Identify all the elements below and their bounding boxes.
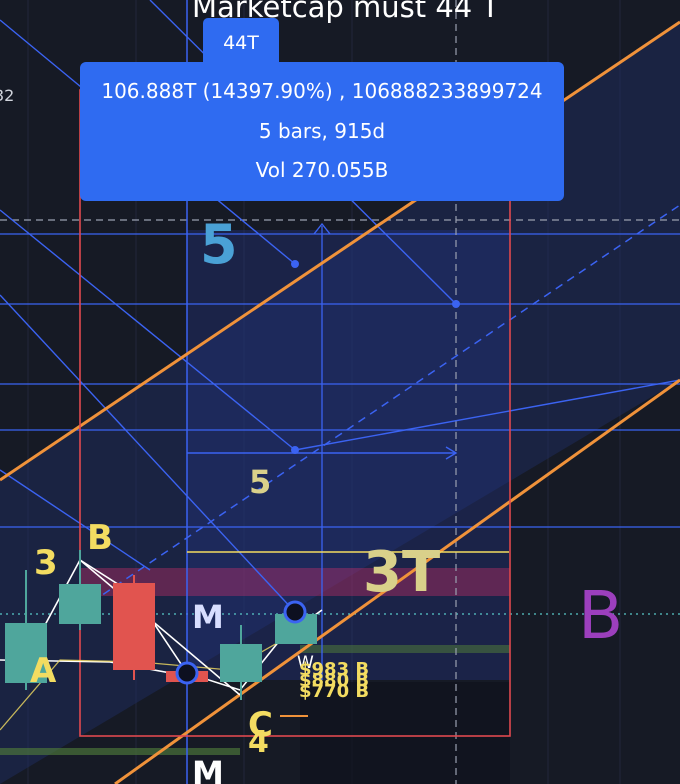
label-wave-5-small: 5 — [249, 463, 271, 501]
tooltip-target-tab: 44T — [203, 18, 279, 66]
anchor-dot[interactable] — [291, 260, 299, 268]
label-M-upper: M — [192, 598, 224, 636]
axis-edge-label: 32 — [0, 86, 15, 105]
measure-zone — [187, 230, 509, 680]
anchor-dot[interactable] — [452, 300, 460, 308]
chart-canvas[interactable]: 5 5 3 B A 3T B M M W C 4 $983 B $880 B $… — [0, 0, 680, 784]
label-wave-A: A — [30, 651, 57, 691]
candle-body — [59, 584, 101, 624]
label-price-770: $770 B — [299, 681, 369, 702]
label-wave-4: 4 — [248, 725, 269, 760]
anchor-handle[interactable] — [175, 661, 199, 685]
measure-tooltip: 106.888T (14397.90%) , 106888233899724 5… — [80, 62, 564, 201]
anchor-dot[interactable] — [291, 446, 299, 454]
label-wave-B-right: B — [578, 577, 623, 654]
candle-body — [113, 583, 155, 670]
tooltip-bars-line: 5 bars, 915d — [258, 119, 386, 143]
label-wave-3: 3 — [34, 543, 58, 583]
label-M-lower: M — [192, 754, 224, 784]
label-wave-B-left: B — [87, 518, 113, 558]
candle-body — [220, 644, 262, 682]
anchor-handle[interactable] — [283, 600, 307, 624]
label-wave-5-large: 5 — [200, 213, 238, 276]
support-zone — [300, 645, 510, 653]
tooltip-volume-line: Vol 270.055B — [255, 158, 389, 182]
tooltip-change-line: 106.888T (14397.90%) , 106888233899724 — [101, 79, 543, 103]
label-target-3T: 3T — [363, 540, 440, 605]
